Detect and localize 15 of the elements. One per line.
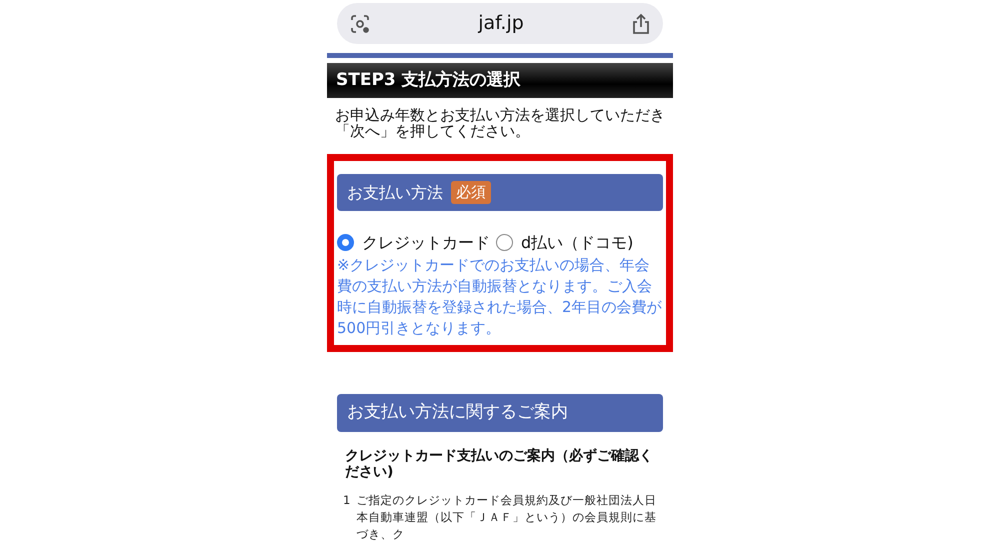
guide-subtitle: クレジットカード支払いのご案内（必ずご確認ください) [344,448,654,480]
section-title: お支払い方法 [347,182,443,204]
share-icon[interactable] [630,12,651,34]
url-text: jaf.jp [478,11,524,36]
address-bar[interactable]: jaf.jp [337,3,663,44]
step-header: STEP3 支払方法の選択 [327,63,673,98]
guide-text: ご指定のクレジットカード会員規約及び一般社団法人日本自動車連盟（以下「ＪＡＦ」という）の会員規則に基づき、ク [356,492,658,543]
required-badge: 必須 [451,181,491,204]
item-number: 1 [343,492,350,509]
intro-text: お申込み年数とお支払い方法を選択していただき「次へ」を押してください。 [334,105,666,139]
payment-radio[interactable]: d払い（ドコモ) [496,233,634,252]
camera-search-icon[interactable] [349,12,371,34]
section-title: お支払い方法に関するご案内 [347,401,568,424]
payment-note: ※クレジットカードでのお支払いの場合、年会費の支払い方法が自動振替となります。ご入会時に自動振替を登録された場合、2年目の会費が500円引きとなります。 [337,255,663,339]
payment-radio[interactable]: クレジットカード [337,233,490,252]
